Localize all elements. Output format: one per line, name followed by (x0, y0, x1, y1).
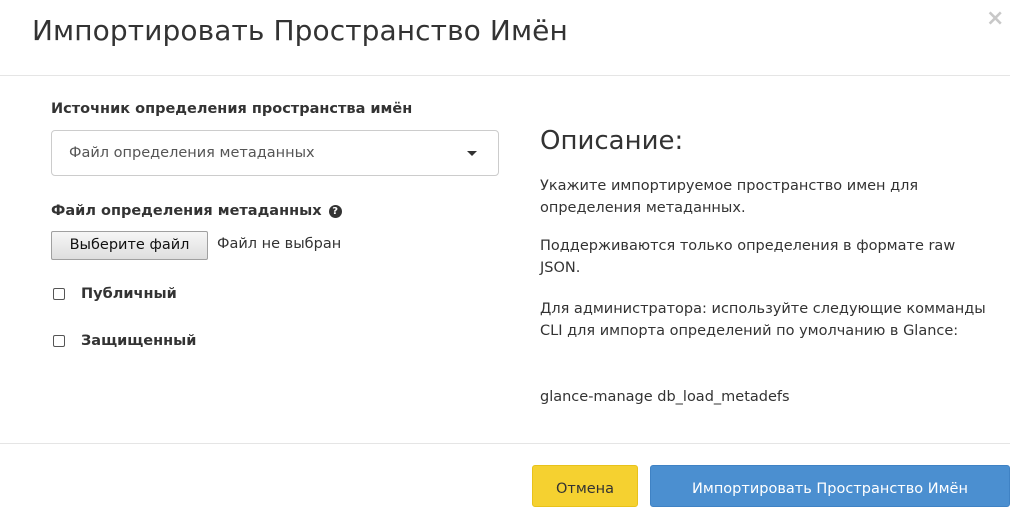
file-label: Файл определения метаданных (51, 203, 322, 219)
source-select-value: Файл определения метаданных (69, 145, 315, 161)
choose-file-button[interactable]: Выберите файл (51, 231, 208, 260)
description-text: Для администратора: используйте следующи… (540, 301, 986, 339)
cli-command: glance-manage db_load_metadefs (540, 389, 790, 405)
description-title: Описание: (540, 126, 684, 156)
source-select[interactable]: Файл определения метаданных (51, 130, 499, 176)
help-icon[interactable]: ? (328, 205, 342, 218)
description-text: Укажите импортируемое пространство имен … (540, 178, 919, 216)
close-icon[interactable]: × (986, 8, 1004, 30)
import-button[interactable]: Импортировать Пространство Имён (650, 465, 1010, 507)
chevron-down-icon (467, 151, 477, 156)
public-label[interactable]: Публичный (81, 286, 177, 302)
source-label: Источник определения пространства имён (51, 101, 413, 117)
protected-checkbox[interactable] (53, 335, 65, 347)
public-checkbox[interactable] (53, 288, 65, 300)
dialog-title: Импортировать Пространство Имён (32, 14, 568, 47)
protected-label[interactable]: Защищенный (81, 333, 196, 349)
cancel-button[interactable]: Отмена (532, 465, 638, 507)
file-label-row: Файл определения метаданных ? (51, 203, 342, 219)
modal-header: Импортировать Пространство Имён × (0, 0, 1010, 76)
file-status: Файл не выбран (217, 236, 342, 252)
description-text: Поддерживаются только определения в форм… (540, 238, 956, 276)
